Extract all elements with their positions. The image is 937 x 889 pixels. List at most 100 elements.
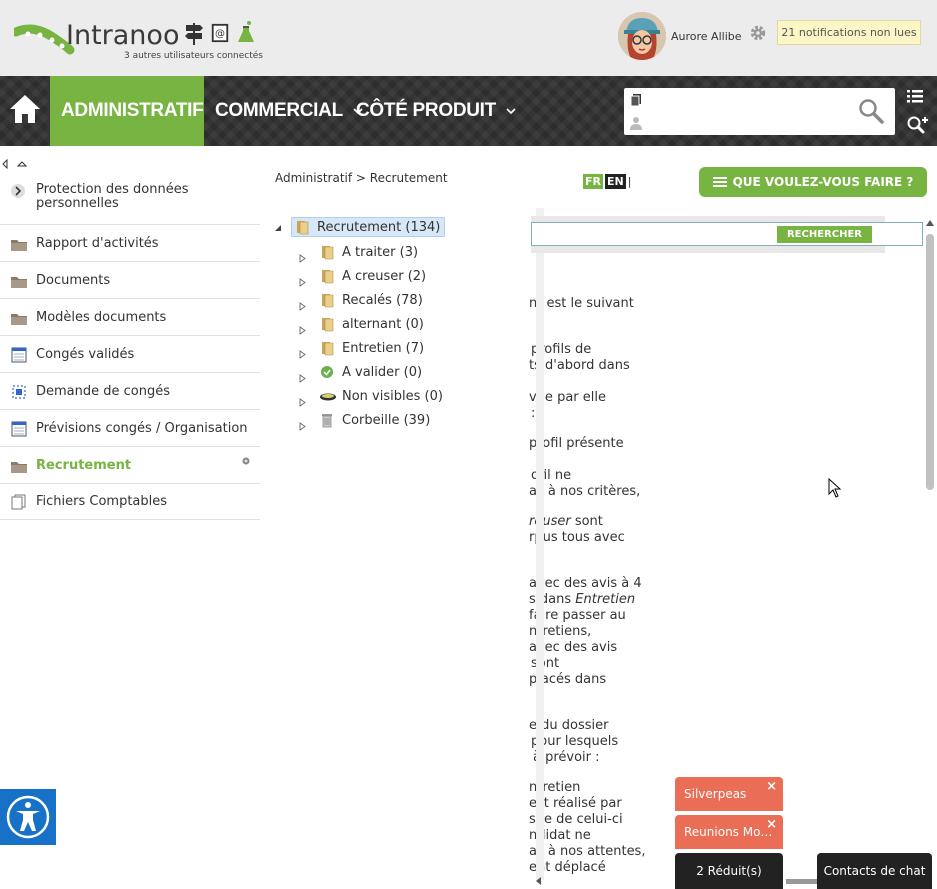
scrollbar-thumb[interactable]: [926, 234, 934, 490]
sidebar-item-label: Congés validés: [36, 346, 135, 362]
advanced-search-icon[interactable]: [906, 115, 928, 135]
lang-en-button[interactable]: EN: [604, 174, 626, 189]
tree-expand-icon[interactable]: [299, 416, 306, 435]
notifications-badge[interactable]: 21 notifications non lues: [777, 20, 921, 45]
tree-expand-icon[interactable]: [299, 296, 306, 315]
nav-item-label: CÔTÉ PRODUIT: [356, 100, 496, 121]
tree-expand-icon[interactable]: [299, 368, 306, 387]
global-search-box[interactable]: [624, 88, 895, 135]
tree-expand-icon[interactable]: [299, 344, 306, 363]
sidebar-item-demande-conges[interactable]: Demande de congés: [0, 373, 260, 410]
folder-icon: [11, 314, 27, 325]
tree-node-label: Corbeille (39): [342, 412, 431, 428]
trash-icon: [322, 414, 332, 428]
close-icon[interactable]: ×: [766, 817, 777, 832]
what-to-do-label: QUE VOULEZ-VOUS FAIRE ?: [732, 175, 914, 189]
tree-node-label: Recalés (78): [342, 292, 423, 308]
tree-expand-icon[interactable]: [299, 248, 306, 267]
nav-item-administratif[interactable]: ADMINISTRATIF: [50, 76, 204, 146]
nav-item-label: COMMERCIAL: [215, 100, 343, 121]
what-to-do-button[interactable]: QUE VOULEZ-VOUS FAIRE ?: [699, 167, 927, 197]
scroll-up-icon[interactable]: [926, 220, 934, 226]
sidebar-item-label: Prévisions congés / Organisation: [36, 420, 248, 436]
chat-contacts-button[interactable]: Contacts de chat: [817, 853, 932, 889]
connected-users[interactable]: 3 autres utilisateurs connectés: [124, 51, 263, 61]
sidebar-item-fichiers-comptables[interactable]: Fichiers Comptables: [0, 484, 260, 520]
menu-icon: [712, 177, 727, 187]
calendar-icon: [11, 421, 27, 437]
logo-text: Intranoo: [66, 20, 180, 51]
tree-node[interactable]: A traiter (3): [319, 244, 418, 260]
content-line: nt est le suivant: [529, 296, 634, 311]
tree-expand-icon[interactable]: [299, 320, 306, 339]
tree-node-label: A valider (0): [342, 364, 423, 380]
sidebar-item-rapport-activites[interactable]: Rapport d'activités: [0, 225, 260, 262]
folder-icon: [11, 462, 27, 473]
sidebar-item-previsions-conges[interactable]: Prévisions congés / Organisation: [0, 410, 260, 447]
svg-text:@: @: [215, 29, 225, 40]
sidebar-item-label: Rapport d'activités: [36, 235, 159, 251]
document-icon[interactable]: [629, 93, 643, 107]
tree-node[interactable]: Entretien (7): [319, 340, 424, 356]
nav-item-cote-produit[interactable]: CÔTÉ PRODUIT: [356, 76, 516, 146]
collapse-left-icon[interactable]: [1, 159, 9, 169]
sidebar-item-recrutement[interactable]: Recrutement: [0, 447, 260, 484]
selection-icon: [12, 385, 26, 399]
nav-item-commercial[interactable]: COMMERCIAL: [215, 76, 363, 146]
left-scrollbar[interactable]: [536, 208, 544, 880]
chat-tab-label: Silverpeas: [684, 787, 747, 801]
mouse-cursor-icon: [828, 478, 842, 498]
user-menu[interactable]: Aurore Allibe: [618, 12, 742, 60]
tree-node-label: Recrutement (134): [317, 219, 441, 235]
tree-node[interactable]: Recalés (78): [319, 292, 423, 308]
tree-root-recrutement[interactable]: Recrutement (134): [291, 217, 446, 237]
tree-expanded-icon[interactable]: [274, 224, 282, 232]
content-line: s dans Entretien: [529, 592, 636, 607]
user-name[interactable]: Aurore Allibe: [671, 30, 742, 43]
tree-node[interactable]: A valider (0): [319, 364, 422, 380]
folder-icon: [322, 270, 334, 284]
chat-tab-reunions[interactable]: Reunions Mo… ×: [675, 815, 783, 849]
check-icon: [321, 366, 333, 378]
tree-expand-icon[interactable]: [299, 272, 306, 291]
tree-node-label: Entretien (7): [342, 340, 425, 356]
list-icon[interactable]: [906, 88, 924, 104]
breadcrumb[interactable]: Administratif > Recrutement: [275, 171, 448, 185]
sidebar-item-modeles-documents[interactable]: Modèles documents: [0, 299, 260, 336]
sidebar-item-conges-valides[interactable]: Congés validés: [0, 336, 260, 373]
sidebar-item-documents[interactable]: Documents: [0, 262, 260, 299]
tree-node[interactable]: Non visibles (0): [319, 388, 443, 404]
user-icon[interactable]: [629, 116, 643, 130]
collapse-up-icon[interactable]: [17, 160, 27, 168]
chat-tab-silverpeas[interactable]: Silverpeas ×: [675, 777, 783, 811]
lang-fr-button[interactable]: FR: [583, 174, 603, 189]
close-icon[interactable]: ×: [766, 779, 777, 794]
folder-icon: [11, 277, 27, 288]
tree-node-label: Non visibles (0): [342, 388, 443, 404]
avatar[interactable]: [618, 12, 666, 60]
tree-node[interactable]: Corbeille (39): [319, 412, 430, 428]
contact-book-icon[interactable]: @: [210, 20, 230, 46]
flask-icon[interactable]: [236, 20, 256, 46]
calendar-icon: [11, 347, 27, 363]
sidebar-item-label: Documents: [36, 272, 111, 288]
eye-icon: [320, 393, 336, 401]
tree-node-label: A creuser (2): [342, 268, 427, 284]
home-icon[interactable]: [8, 92, 42, 126]
gear-icon[interactable]: [749, 24, 767, 42]
search-icon[interactable]: [858, 98, 884, 124]
tree-node[interactable]: A creuser (2): [319, 268, 426, 284]
tree-expand-icon[interactable]: [299, 392, 306, 411]
sidebar-item-label-line1: Protection des données: [36, 182, 189, 197]
tree-node[interactable]: alternant (0): [319, 316, 424, 332]
sidebar-item-protection-donnees[interactable]: Protection des données personnelles: [0, 177, 260, 225]
accessibility-button[interactable]: [0, 789, 56, 845]
reduced-chats[interactable]: 2 Réduit(s): [675, 853, 783, 889]
signpost-icon[interactable]: [184, 20, 204, 46]
header: Intranoo 3 autres utilisateurs connectés…: [0, 0, 937, 76]
search-button[interactable]: RECHERCHER: [777, 226, 872, 243]
active-indicator-icon: [242, 457, 250, 465]
language-switcher: FR EN |: [583, 174, 631, 189]
sidebar-item-label: Demande de congés: [36, 383, 171, 399]
accessibility-icon: [6, 795, 50, 839]
